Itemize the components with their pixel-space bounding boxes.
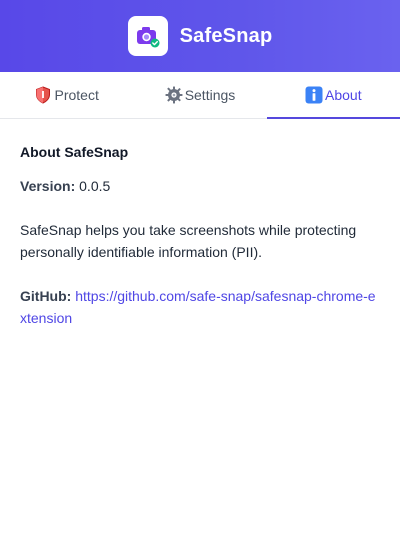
tab-protect-label: Protect: [54, 87, 99, 103]
about-title: About SafeSnap: [20, 144, 129, 160]
tab-settings-label: Settings: [184, 87, 236, 103]
about-panel: About SafeSnap Version: 0.0.5 SafeSnap h…: [0, 119, 400, 351]
tab-bar: Protect Settings About: [0, 72, 400, 119]
github-row: GitHub: https://github.com/safe-snap/saf…: [20, 285, 380, 329]
tab-settings[interactable]: Settings: [133, 72, 266, 118]
version-row: Version: 0.0.5: [20, 175, 380, 197]
camera-shield-icon: [136, 27, 160, 48]
app-logo: [127, 16, 168, 56]
gear-icon: [165, 86, 183, 104]
version-label: Version:: [20, 178, 76, 194]
app-title: SafeSnap: [179, 24, 273, 47]
tab-about[interactable]: About: [266, 72, 400, 119]
info-icon: [305, 86, 323, 104]
github-link[interactable]: https://github.com/safe-snap/safesnap-ch…: [20, 288, 376, 326]
app-description: SafeSnap helps you take screenshots whil…: [20, 222, 357, 260]
github-label: GitHub:: [20, 288, 72, 304]
tab-about-label: About: [325, 87, 362, 103]
version-value: 0.0.5: [79, 178, 111, 194]
app-header: SafeSnap: [0, 0, 400, 72]
tab-protect[interactable]: Protect: [0, 72, 133, 118]
shield-icon: [34, 86, 52, 104]
